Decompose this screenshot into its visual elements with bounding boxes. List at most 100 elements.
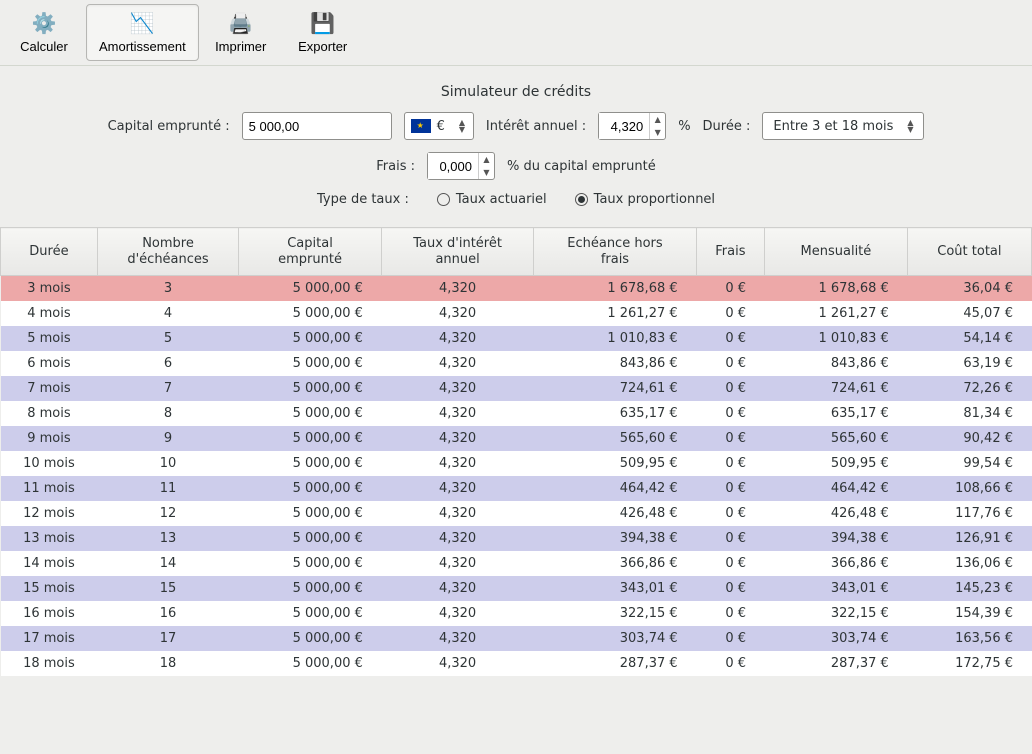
cell-cout: 126,91 €: [907, 526, 1031, 551]
capital-input[interactable]: [242, 112, 392, 140]
chevron-up-icon[interactable]: ▲: [650, 113, 665, 126]
table-row[interactable]: 5 mois55 000,00 €4,3201 010,83 €0 €1 010…: [1, 326, 1032, 351]
cell-mens: 322,15 €: [765, 601, 908, 626]
amortissement-button[interactable]: 📉 Amortissement: [86, 4, 199, 61]
cell-cap: 5 000,00 €: [239, 276, 382, 302]
cell-cout: 172,75 €: [907, 651, 1031, 676]
cell-duree: 18 mois: [1, 651, 98, 676]
cell-duree: 8 mois: [1, 401, 98, 426]
table-row[interactable]: 18 mois185 000,00 €4,320287,37 €0 €287,3…: [1, 651, 1032, 676]
table-row[interactable]: 9 mois95 000,00 €4,320565,60 €0 €565,60 …: [1, 426, 1032, 451]
duree-label: Durée :: [703, 119, 751, 134]
cell-ech: 1 010,83 €: [534, 326, 696, 351]
cell-cout: 145,23 €: [907, 576, 1031, 601]
table-row[interactable]: 10 mois105 000,00 €4,320509,95 €0 €509,9…: [1, 451, 1032, 476]
col-taux[interactable]: Taux d'intérêtannuel: [381, 228, 533, 276]
cell-cout: 99,54 €: [907, 451, 1031, 476]
imprimer-button[interactable]: 🖨️ Imprimer: [201, 4, 281, 61]
cell-n: 7: [97, 376, 238, 401]
cell-cout: 108,66 €: [907, 476, 1031, 501]
gears-icon: ⚙️: [32, 11, 56, 35]
exporter-button[interactable]: 💾 Exporter: [283, 4, 363, 61]
chevron-down-icon[interactable]: ▼: [479, 166, 494, 179]
table-row[interactable]: 14 mois145 000,00 €4,320366,86 €0 €366,8…: [1, 551, 1032, 576]
cell-ech: 322,15 €: [534, 601, 696, 626]
cell-frais: 0 €: [696, 601, 764, 626]
cell-taux: 4,320: [381, 451, 533, 476]
col-cout[interactable]: Coût total: [907, 228, 1031, 276]
chevron-down-icon[interactable]: ▼: [455, 126, 469, 133]
cell-cout: 154,39 €: [907, 601, 1031, 626]
cell-frais: 0 €: [696, 651, 764, 676]
cell-taux: 4,320: [381, 651, 533, 676]
export-icon: 💾: [311, 11, 335, 35]
table-row[interactable]: 8 mois85 000,00 €4,320635,17 €0 €635,17 …: [1, 401, 1032, 426]
table-row[interactable]: 15 mois155 000,00 €4,320343,01 €0 €343,0…: [1, 576, 1032, 601]
cell-cap: 5 000,00 €: [239, 451, 382, 476]
cell-cout: 72,26 €: [907, 376, 1031, 401]
cell-taux: 4,320: [381, 551, 533, 576]
cell-n: 6: [97, 351, 238, 376]
radio-label-proportionnel: Taux proportionnel: [594, 192, 715, 207]
currency-select[interactable]: € ▲▼: [404, 112, 474, 140]
cell-cap: 5 000,00 €: [239, 501, 382, 526]
cell-mens: 394,38 €: [765, 526, 908, 551]
interet-spinner[interactable]: ▲▼: [598, 112, 666, 140]
cell-ech: 464,42 €: [534, 476, 696, 501]
cell-duree: 16 mois: [1, 601, 98, 626]
chart-icon: 📉: [130, 11, 154, 35]
table-row[interactable]: 4 mois45 000,00 €4,3201 261,27 €0 €1 261…: [1, 301, 1032, 326]
col-duree[interactable]: Durée: [1, 228, 98, 276]
table-row[interactable]: 16 mois165 000,00 €4,320322,15 €0 €322,1…: [1, 601, 1032, 626]
cell-duree: 7 mois: [1, 376, 98, 401]
duree-select[interactable]: Entre 3 et 18 mois ▲▼: [762, 112, 924, 140]
cell-frais: 0 €: [696, 326, 764, 351]
interet-input[interactable]: [599, 113, 649, 139]
cell-n: 15: [97, 576, 238, 601]
chevron-down-icon[interactable]: ▼: [903, 126, 917, 133]
cell-n: 17: [97, 626, 238, 651]
chevron-down-icon[interactable]: ▼: [650, 126, 665, 139]
cell-frais: 0 €: [696, 476, 764, 501]
cell-ech: 1 261,27 €: [534, 301, 696, 326]
type-taux-label: Type de taux :: [317, 192, 409, 207]
cell-taux: 4,320: [381, 476, 533, 501]
cell-mens: 303,74 €: [765, 626, 908, 651]
frais-spinner[interactable]: ▲▼: [427, 152, 495, 180]
cell-taux: 4,320: [381, 526, 533, 551]
cell-cout: 45,07 €: [907, 301, 1031, 326]
table-row[interactable]: 3 mois35 000,00 €4,3201 678,68 €0 €1 678…: [1, 276, 1032, 302]
table-row[interactable]: 12 mois125 000,00 €4,320426,48 €0 €426,4…: [1, 501, 1032, 526]
cell-frais: 0 €: [696, 401, 764, 426]
cell-mens: 843,86 €: [765, 351, 908, 376]
table-row[interactable]: 7 mois75 000,00 €4,320724,61 €0 €724,61 …: [1, 376, 1032, 401]
table-row[interactable]: 11 mois115 000,00 €4,320464,42 €0 €464,4…: [1, 476, 1032, 501]
toolbar: ⚙️ Calculer 📉 Amortissement 🖨️ Imprimer …: [0, 0, 1032, 66]
cell-frais: 0 €: [696, 576, 764, 601]
frais-input[interactable]: [428, 153, 478, 179]
col-capital[interactable]: Capitalemprunté: [239, 228, 382, 276]
radio-taux-actuariel[interactable]: Taux actuariel: [437, 192, 547, 207]
chevron-up-icon[interactable]: ▲: [479, 153, 494, 166]
cell-cap: 5 000,00 €: [239, 301, 382, 326]
cell-taux: 4,320: [381, 401, 533, 426]
cell-taux: 4,320: [381, 501, 533, 526]
cell-taux: 4,320: [381, 426, 533, 451]
table-row[interactable]: 13 mois135 000,00 €4,320394,38 €0 €394,3…: [1, 526, 1032, 551]
cell-n: 11: [97, 476, 238, 501]
cell-cout: 90,42 €: [907, 426, 1031, 451]
cell-cap: 5 000,00 €: [239, 601, 382, 626]
cell-taux: 4,320: [381, 301, 533, 326]
col-echeance[interactable]: Echéance horsfrais: [534, 228, 696, 276]
table-row[interactable]: 17 mois175 000,00 €4,320303,74 €0 €303,7…: [1, 626, 1032, 651]
cell-cap: 5 000,00 €: [239, 326, 382, 351]
table-row[interactable]: 6 mois65 000,00 €4,320843,86 €0 €843,86 …: [1, 351, 1032, 376]
col-mensualite[interactable]: Mensualité: [765, 228, 908, 276]
cell-cap: 5 000,00 €: [239, 426, 382, 451]
col-frais[interactable]: Frais: [696, 228, 764, 276]
cell-duree: 4 mois: [1, 301, 98, 326]
cell-frais: 0 €: [696, 301, 764, 326]
radio-taux-proportionnel[interactable]: Taux proportionnel: [575, 192, 715, 207]
col-echeances[interactable]: Nombred'échéances: [97, 228, 238, 276]
calculer-button[interactable]: ⚙️ Calculer: [4, 4, 84, 61]
